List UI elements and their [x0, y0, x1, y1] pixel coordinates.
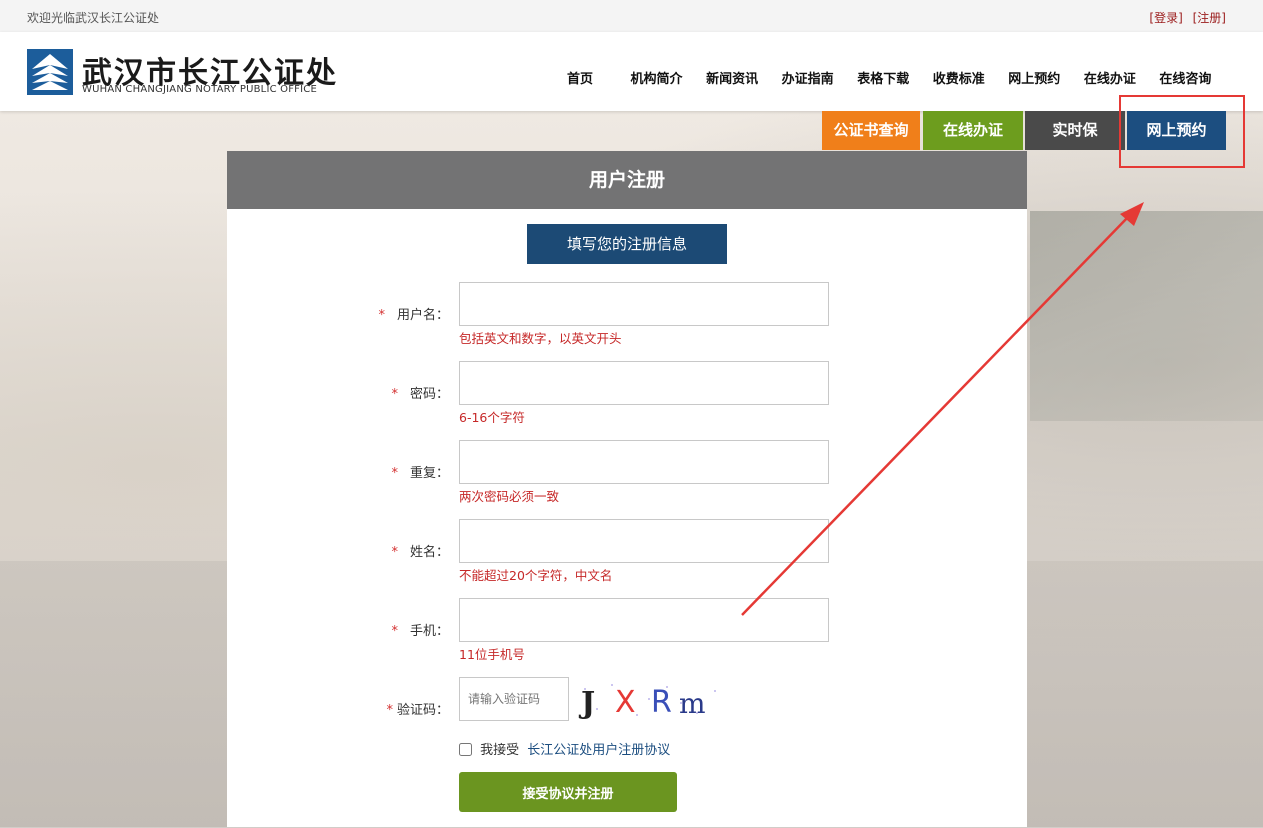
password-input[interactable] [459, 361, 829, 405]
nav-online-service[interactable]: 在线办证 [1084, 68, 1136, 87]
nav-consult[interactable]: 在线咨询 [1159, 68, 1211, 87]
username-label: 用户名： [396, 308, 449, 323]
required-mark: * [378, 308, 385, 323]
agreement-row: 我接受 长江公证处用户注册协议 [459, 739, 670, 758]
captcha-char-4: m [679, 687, 706, 720]
username-input[interactable] [459, 282, 829, 326]
required-mark: * [391, 387, 398, 402]
quick-appointment-button[interactable]: 网上预约 [1127, 111, 1226, 150]
captcha-label: 验证码： [396, 703, 449, 718]
register-submit-button[interactable]: 接受协议并注册 [459, 772, 677, 812]
captcha-char-3: R [651, 685, 672, 720]
repeat-password-hint: 两次密码必须一致 [459, 489, 560, 504]
phone-hint: 11位手机号 [459, 647, 525, 662]
register-panel: 用户注册 填写您的注册信息 * 用户名： 包括英文和数字，以英文开头 * 密码： 6… [227, 151, 1027, 827]
nav-appointment[interactable]: 网上预约 [1008, 68, 1060, 87]
auth-links: [登录] [注册] [1143, 9, 1226, 26]
password-hint: 6-16个字符 [459, 410, 525, 425]
quick-notary-query-button[interactable]: 公证书查询 [822, 111, 920, 150]
nav-forms[interactable]: 表格下载 [857, 68, 909, 87]
name-hint: 不能超过20个字符，中文名 [459, 568, 613, 583]
username-hint: 包括英文和数字，以英文开头 [459, 331, 622, 346]
welcome-text: 欢迎光临武汉长江公证处 [27, 11, 160, 25]
logo-subtitle: WUHAN CHANGJIANG NOTARY PUBLIC OFFICE [82, 84, 317, 95]
quick-online-service-button[interactable]: 在线办证 [923, 111, 1023, 150]
nav-about[interactable]: 机构简介 [631, 68, 683, 87]
captcha-char-1: J [578, 686, 595, 721]
register-link[interactable]: [注册] [1193, 11, 1226, 25]
site-header: 武汉市长江公证处 WUHAN CHANGJIANG NOTARY PUBLIC … [0, 32, 1263, 111]
top-strip: 欢迎光临武汉长江公证处 [登录] [注册] [0, 0, 1263, 32]
agree-text: 我接受 [480, 743, 520, 758]
main-nav: 首页 机构简介 新闻资讯 办证指南 表格下载 收费标准 网上预约 在线办证 在线… [555, 68, 1230, 87]
bridge-silhouette [1030, 211, 1263, 421]
nav-home[interactable]: 首页 [567, 68, 593, 87]
logo-icon[interactable] [27, 49, 73, 95]
quick-realtime-button[interactable]: 实时保 [1025, 111, 1125, 150]
captcha-char-2: X [615, 685, 636, 720]
required-mark: * [386, 703, 393, 718]
fill-info-button[interactable]: 填写您的注册信息 [527, 224, 727, 264]
repeat-password-label: 重复： [409, 466, 449, 481]
captcha-image[interactable]: J X R m [577, 679, 725, 721]
password-label: 密码： [409, 387, 449, 402]
nav-fees[interactable]: 收费标准 [933, 68, 985, 87]
name-input[interactable] [459, 519, 829, 563]
required-mark: * [391, 545, 398, 560]
agreement-link[interactable]: 长江公证处用户注册协议 [527, 743, 670, 758]
captcha-input[interactable] [459, 677, 569, 721]
required-mark: * [391, 466, 398, 481]
agree-checkbox[interactable] [459, 743, 472, 756]
phone-input[interactable] [459, 598, 829, 642]
repeat-password-input[interactable] [459, 440, 829, 484]
nav-guide[interactable]: 办证指南 [782, 68, 834, 87]
phone-label: 手机： [409, 624, 449, 639]
panel-title: 用户注册 [227, 151, 1027, 209]
nav-news[interactable]: 新闻资讯 [706, 68, 758, 87]
required-mark: * [391, 624, 398, 639]
login-link[interactable]: [登录] [1149, 11, 1182, 25]
name-label: 姓名： [409, 545, 449, 560]
